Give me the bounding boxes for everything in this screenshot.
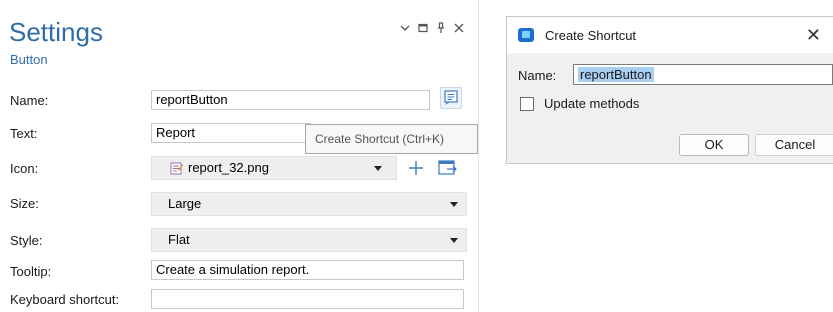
update-methods-checkbox[interactable] <box>520 97 534 111</box>
style-label: Style: <box>10 233 43 248</box>
dialog-title: Create Shortcut <box>545 28 637 43</box>
pin-icon[interactable] <box>434 22 448 36</box>
create-shortcut-dialog: Create Shortcut ✕ Name: reportButton Upd… <box>506 16 833 164</box>
dialog-name-value: reportButton <box>578 67 654 82</box>
size-label: Size: <box>10 196 39 211</box>
size-select[interactable]: Large <box>151 192 467 216</box>
create-shortcut-tooltip: Create Shortcut (Ctrl+K) <box>305 124 478 154</box>
style-select-value: Flat <box>168 232 190 247</box>
panel-subtitle: Button <box>10 52 48 67</box>
close-icon[interactable]: ✕ <box>806 25 821 46</box>
text-label: Text: <box>10 126 38 141</box>
tooltip-label: Tooltip: <box>10 264 52 279</box>
close-icon[interactable] <box>452 22 466 36</box>
plus-icon <box>409 161 423 175</box>
text-field[interactable]: Report <box>151 123 311 143</box>
name-field[interactable]: reportButton <box>151 90 430 110</box>
keyboard-shortcut-label: Keyboard shortcut: <box>10 292 120 307</box>
cancel-button[interactable]: Cancel <box>755 134 833 156</box>
panel-title: Settings <box>9 17 103 47</box>
add-icon-button[interactable] <box>406 158 426 178</box>
chevron-down-icon[interactable] <box>398 22 412 36</box>
maximize-icon[interactable] <box>416 22 430 36</box>
import-icon <box>438 160 457 175</box>
report-file-icon <box>170 162 183 175</box>
icon-select[interactable]: report_32.png <box>151 156 397 180</box>
icon-label: Icon: <box>10 161 39 176</box>
dialog-name-label: Name: <box>518 68 557 83</box>
chevron-down-icon <box>450 202 458 207</box>
dialog-name-input[interactable]: reportButton <box>573 64 833 85</box>
name-label: Name: <box>10 93 49 108</box>
panel-divider <box>478 0 479 312</box>
style-select[interactable]: Flat <box>151 228 467 252</box>
update-methods-label[interactable]: Update methods <box>544 96 639 111</box>
keyboard-shortcut-field[interactable] <box>151 289 464 309</box>
chevron-down-icon <box>450 238 458 243</box>
settings-panel: Settings Button Name: reportButton Text:… <box>0 0 479 312</box>
shortcut-icon <box>444 90 458 105</box>
size-select-value: Large <box>168 196 202 211</box>
chevron-down-icon <box>374 166 382 171</box>
tooltip-field[interactable]: Create a simulation report. <box>151 260 464 280</box>
icon-select-value: report_32.png <box>188 160 269 175</box>
app-icon <box>518 28 534 42</box>
browse-icon-button[interactable] <box>437 158 459 178</box>
ok-button[interactable]: OK <box>679 134 749 156</box>
create-shortcut-button[interactable] <box>440 87 462 109</box>
